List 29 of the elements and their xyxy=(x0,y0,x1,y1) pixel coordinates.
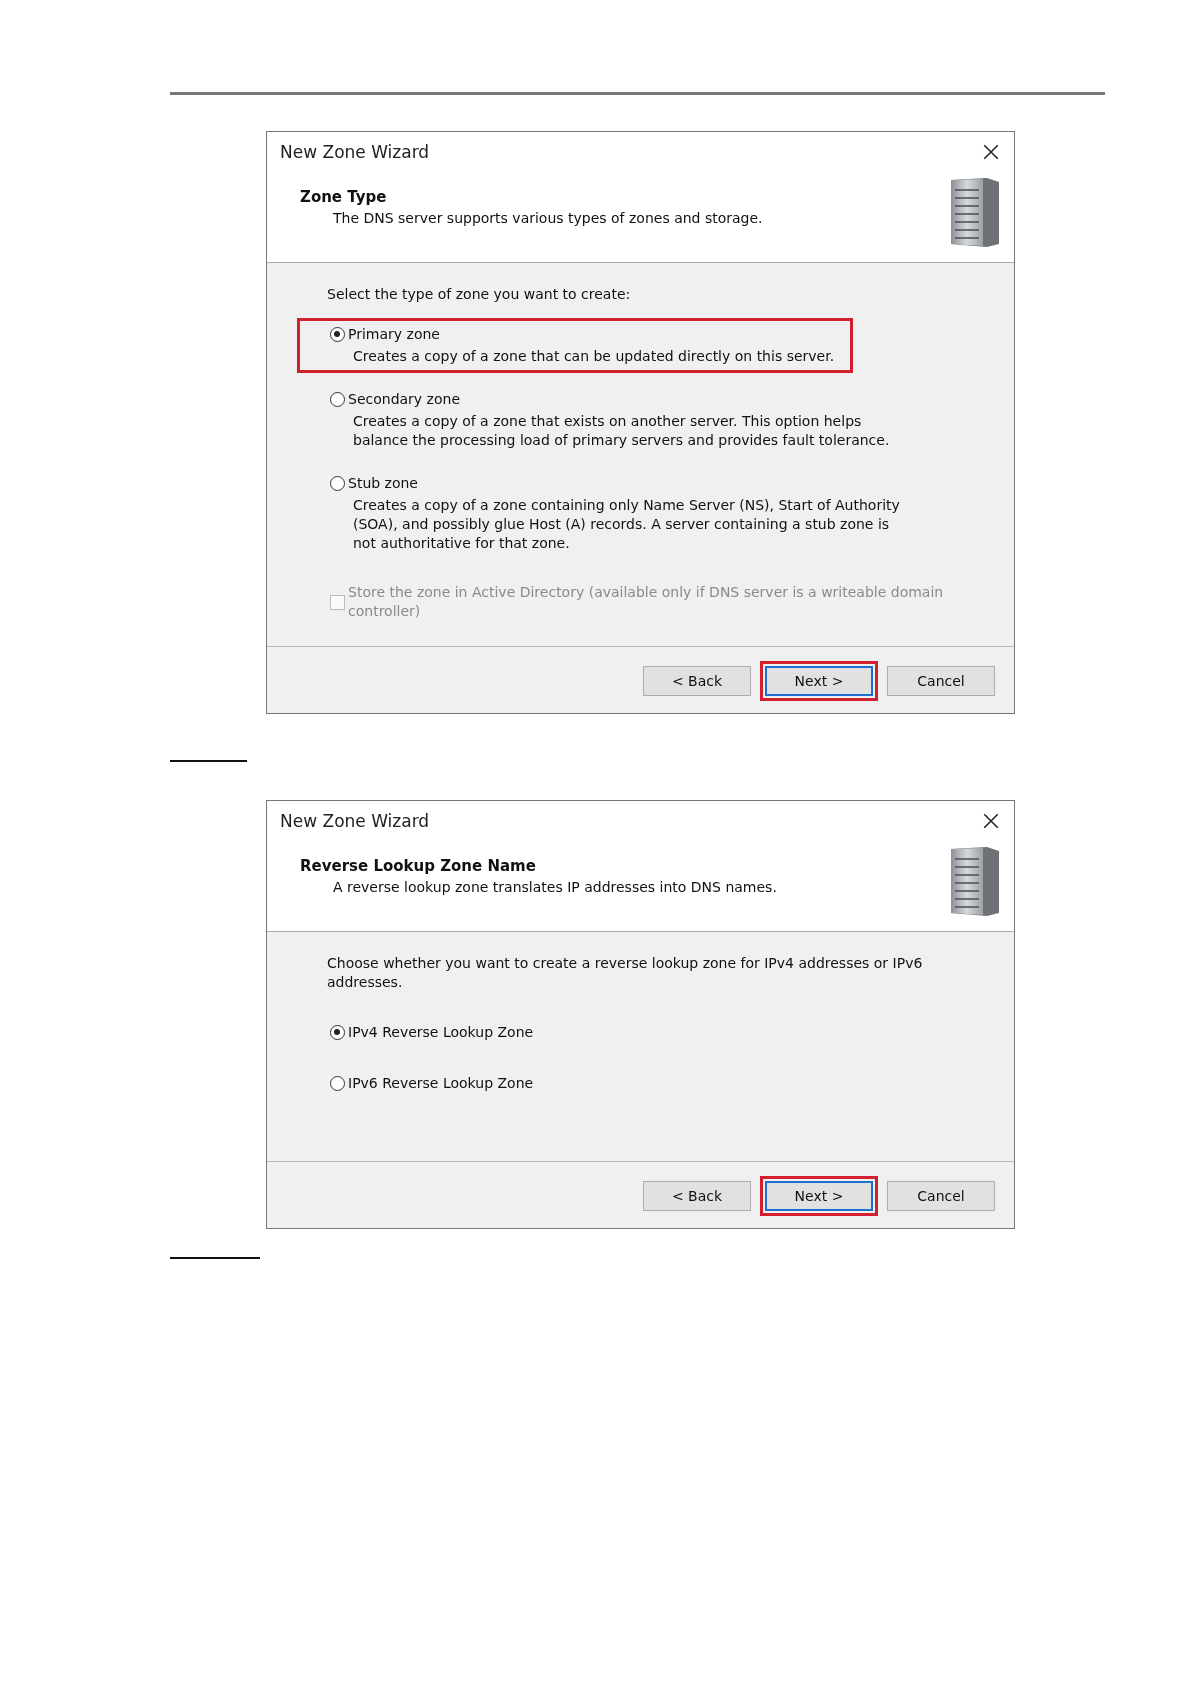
option-description: Creates a copy of a zone containing only Name Server (NS), Start of Authority (SOA), and possibly glue Host (A) records. A server containing a stub zone is not authoritative for that zone. xyxy=(353,496,901,553)
prompt-text: Select the type of zone you want to create: xyxy=(327,285,632,304)
option-description: Creates a copy of a zone that exists on another server. This option helps balance the processing load of primary servers and provides fault tolerance. xyxy=(353,412,891,450)
radio-button[interactable] xyxy=(330,1025,345,1040)
radio-button[interactable] xyxy=(330,1076,345,1091)
option-label[interactable]: IPv6 Reverse Lookup Zone xyxy=(348,1074,534,1093)
close-icon[interactable] xyxy=(982,812,1000,830)
option-label[interactable]: Stub zone xyxy=(348,474,418,493)
window-title: New Zone Wizard xyxy=(280,811,430,831)
window-title: New Zone Wizard xyxy=(280,142,430,162)
option-label[interactable]: Secondary zone xyxy=(348,390,460,409)
close-icon[interactable] xyxy=(982,143,1000,161)
page-heading: Zone Type xyxy=(300,188,388,206)
wizard-button[interactable]: Cancel xyxy=(887,666,995,696)
radio-button[interactable] xyxy=(330,392,345,407)
wizard-button[interactable]: Next > xyxy=(765,666,873,696)
option-label[interactable]: Primary zone xyxy=(348,325,440,344)
wizard-button[interactable]: < Back xyxy=(643,1181,751,1211)
radio-button[interactable] xyxy=(330,327,345,342)
wizard-button[interactable]: Next > xyxy=(765,1181,873,1211)
prompt-text: Choose whether you want to create a reverse lookup zone for IPv4 addresses or IPv6 addresses. xyxy=(327,954,924,992)
page-subtitle: The DNS server supports various types of zones and storage. xyxy=(333,210,763,226)
page-subtitle: A reverse lookup zone translates IP addresses into DNS names. xyxy=(333,879,777,895)
wizard-button[interactable]: < Back xyxy=(643,666,751,696)
option-description: Creates a copy of a zone that can be updated directly on this server. xyxy=(353,347,835,366)
wizard-button[interactable]: Cancel xyxy=(887,1181,995,1211)
page-heading: Reverse Lookup Zone Name xyxy=(300,857,537,875)
option-label[interactable]: IPv4 Reverse Lookup Zone xyxy=(348,1023,534,1042)
radio-button[interactable] xyxy=(330,476,345,491)
